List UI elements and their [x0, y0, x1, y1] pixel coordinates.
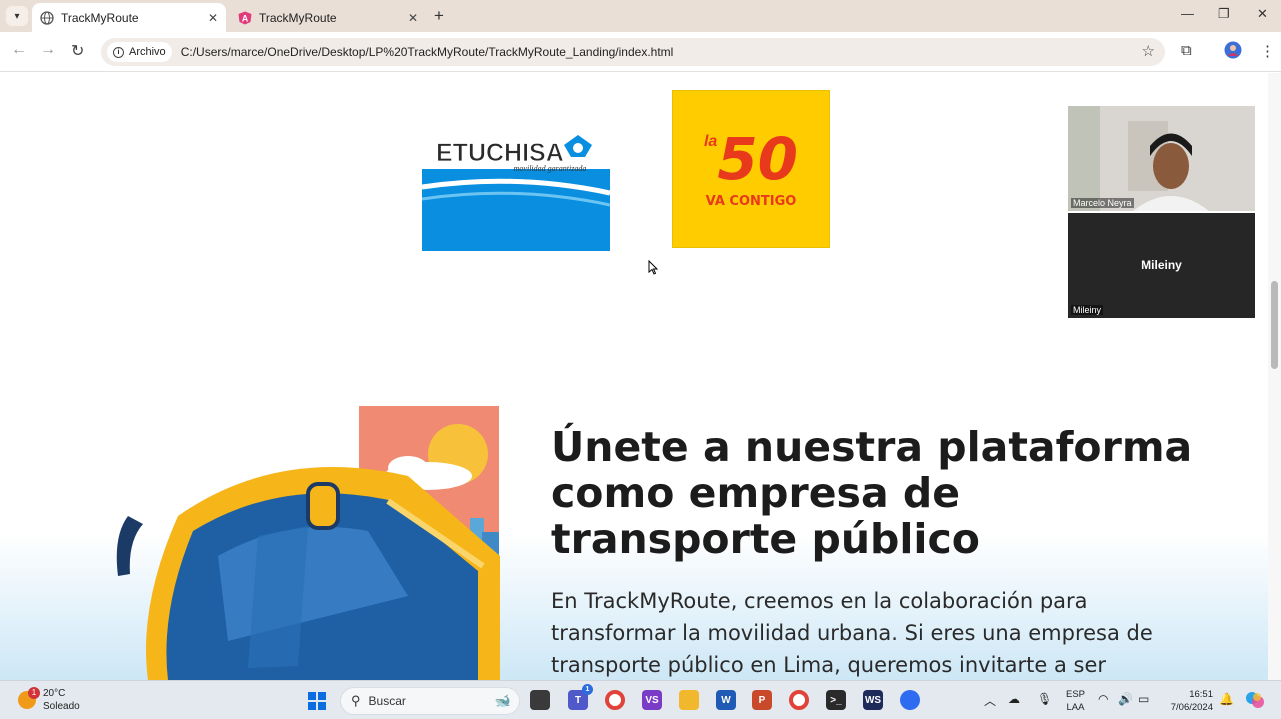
scrollbar-thumb[interactable]	[1271, 281, 1278, 369]
mouse-cursor-icon	[648, 259, 659, 278]
language-code: ESP	[1066, 689, 1086, 700]
la50-tagline: VA CONTIGO	[705, 193, 797, 209]
tab-search-button[interactable]: ▾	[6, 6, 28, 26]
more-menu-icon[interactable]: ⋮	[1260, 42, 1275, 60]
url-text[interactable]: C:/Users/marce/OneDrive/Desktop/LP%20Tra…	[181, 45, 674, 59]
teams-icon[interactable]: T 1	[568, 684, 593, 710]
bus-illustration	[108, 406, 503, 680]
webstorm-icon[interactable]: WS	[863, 690, 883, 710]
page-scrollbar[interactable]	[1268, 73, 1281, 680]
battery-icon[interactable]: ▭	[1138, 692, 1149, 706]
sun-icon: 1	[18, 687, 40, 709]
whale-highlight-icon: 🐋	[494, 693, 511, 708]
clock-date: 7/06/2024	[1170, 702, 1213, 713]
windows-taskbar: 1 20°C Soleado ⚲ Buscar 🐋 T 1 VS W P >_ …	[0, 680, 1281, 719]
browser-tab-bar: ▾ TrackMyRoute ✕ A TrackMyRoute ✕ + — ❐ …	[0, 0, 1281, 32]
participant-center-name: Mileiny	[1141, 258, 1182, 272]
la50-logo: la 50 VA CONTIGO	[672, 90, 830, 248]
task-view-icon[interactable]	[530, 690, 550, 710]
tab-trackmyroute[interactable]: A TrackMyRoute ✕	[230, 3, 426, 32]
notifications-bell-icon[interactable]: 🔔	[1219, 692, 1234, 706]
minimize-icon[interactable]: —	[1181, 6, 1194, 21]
video-tile-marcelo[interactable]: Marcelo Neyra	[1068, 106, 1255, 211]
taskbar-search[interactable]: ⚲ Buscar 🐋	[340, 687, 520, 715]
angular-icon: A	[238, 11, 252, 25]
video-tile-mileiny[interactable]: Mileiny Mileiny	[1068, 213, 1255, 318]
participant-name: Marcelo Neyra	[1071, 198, 1134, 208]
chrome-icon[interactable]	[605, 690, 625, 710]
extensions-puzzle-icon[interactable]: ⧉	[1181, 42, 1192, 59]
participant-name: Mileiny	[1071, 305, 1104, 315]
file-explorer-icon[interactable]	[679, 690, 699, 710]
bookmark-star-icon[interactable]: ☆	[1142, 42, 1155, 60]
language-indicator[interactable]: ESP LAA	[1066, 688, 1085, 714]
terminal-icon[interactable]: >_	[826, 690, 846, 710]
tab-trackmyroute-active[interactable]: TrackMyRoute ✕	[32, 3, 226, 32]
close-tab-icon[interactable]: ✕	[208, 11, 218, 25]
chrome-active-icon[interactable]	[789, 690, 809, 710]
zoom-icon[interactable]	[900, 690, 920, 710]
etuchisa-tagline: movilidad garantizada	[514, 164, 587, 173]
system-clock[interactable]: 16:51 7/06/2024	[1166, 688, 1213, 714]
chevron-up-icon[interactable]: ︿	[984, 692, 996, 709]
tab-title: TrackMyRoute	[259, 10, 337, 25]
new-tab-plus-icon[interactable]: +	[434, 6, 444, 26]
weather-condition: Soleado	[43, 701, 80, 712]
section-paragraph: En TrackMyRoute, creemos en la colaborac…	[551, 589, 1153, 677]
keyboard-layout: LAA	[1066, 702, 1085, 713]
powerpoint-icon[interactable]: P	[752, 690, 772, 710]
notification-badge: 1	[28, 687, 40, 699]
chevron-down-icon: ▾	[14, 10, 20, 22]
globe-icon	[40, 10, 54, 25]
onedrive-icon[interactable]: ☁	[1008, 692, 1020, 706]
back-arrow-icon[interactable]: ←	[11, 41, 27, 59]
copilot-icon[interactable]	[1245, 690, 1265, 713]
profile-avatar[interactable]	[1224, 41, 1242, 63]
etuchisa-logo: ETUCHISA movilidad garantizada	[421, 135, 611, 251]
windows-start-icon[interactable]	[308, 692, 326, 710]
participant-video	[1068, 106, 1255, 211]
section-headline: Únete a nuestra plataforma como empresa …	[551, 423, 1193, 563]
wifi-icon[interactable]: ◠	[1098, 692, 1108, 706]
la50-prefix: la	[703, 132, 718, 150]
forward-arrow-icon[interactable]: →	[40, 41, 56, 59]
search-placeholder: Buscar	[368, 694, 406, 708]
etuchisa-wordmark: ETUCHISA	[436, 139, 564, 167]
clock-time: 16:51	[1189, 689, 1213, 700]
microphone-icon[interactable]: 🎙	[1037, 692, 1052, 706]
la50-number: 50	[717, 124, 799, 193]
visual-studio-icon[interactable]: VS	[642, 690, 662, 710]
maximize-icon[interactable]: ❐	[1218, 6, 1230, 22]
close-window-icon[interactable]: ✕	[1257, 6, 1268, 22]
search-icon: ⚲	[351, 693, 361, 708]
close-tab-icon[interactable]: ✕	[408, 11, 418, 25]
tab-title: TrackMyRoute	[61, 10, 139, 25]
weather-temp: 20°C	[43, 688, 66, 699]
volume-icon[interactable]: 🔊	[1118, 692, 1133, 706]
svg-text:A: A	[242, 13, 249, 23]
address-bar[interactable]: i Archivo C:/Users/marce/OneDrive/Deskto…	[101, 38, 1165, 66]
word-icon[interactable]: W	[716, 690, 736, 710]
browser-toolbar: ← → ↻ i Archivo C:/Users/marce/OneDrive/…	[0, 32, 1281, 72]
info-icon: i	[113, 46, 124, 58]
site-info-label: Archivo	[129, 46, 166, 58]
reload-icon[interactable]: ↻	[71, 41, 84, 61]
site-info-chip[interactable]: i Archivo	[107, 42, 172, 62]
teams-badge: 1	[582, 684, 593, 695]
weather-widget[interactable]: 1 20°C Soleado	[18, 687, 80, 713]
